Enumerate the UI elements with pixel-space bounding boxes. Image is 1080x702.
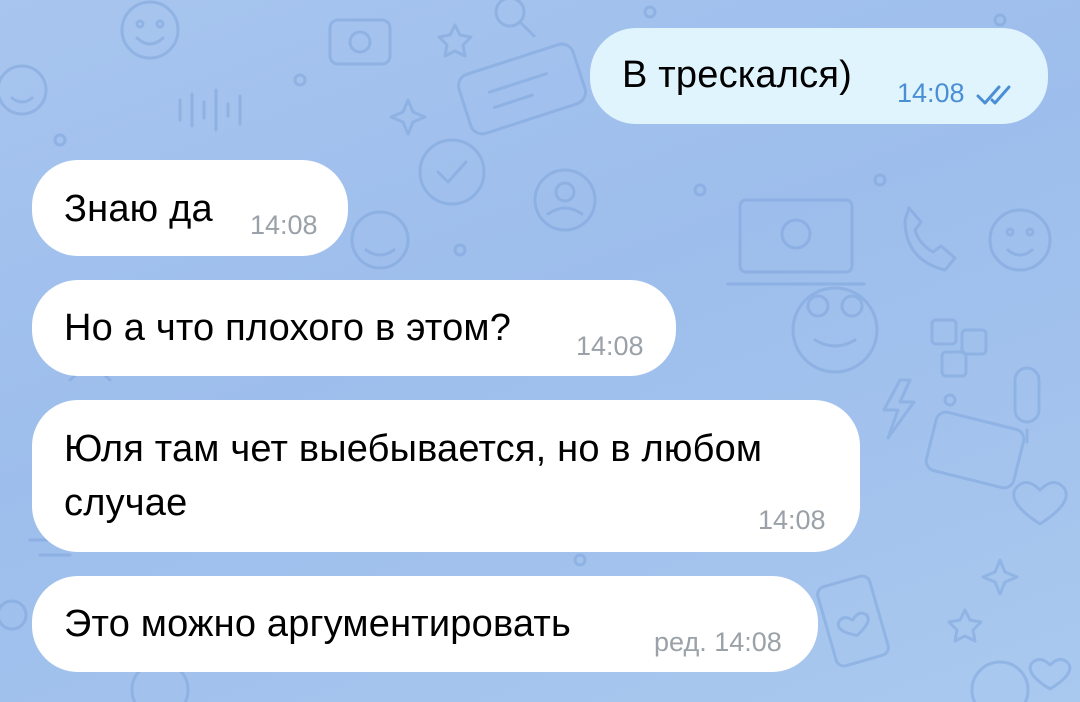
message-text: В трескался) — [622, 54, 852, 96]
message-text-line2: случае — [64, 482, 188, 524]
message-bubble-incoming[interactable]: Это можно аргументировать ред. 14:08 — [32, 576, 818, 672]
message-bubble-outgoing[interactable]: В трескался) 14:08 — [590, 28, 1048, 124]
message-text: Знаю да — [64, 188, 213, 230]
message-text-line1: Юля там чет выебывается, но в любом — [64, 428, 763, 470]
message-bubble-incoming[interactable]: Но а что плохого в этом? 14:08 — [32, 280, 676, 376]
message-time: 14:08 — [897, 78, 965, 108]
message-time: 14:08 — [576, 331, 644, 361]
chat-message-list[interactable]: В трескался) 14:08 Знаю да 14:08 Но а чт… — [0, 0, 1080, 702]
message-text: Это можно аргументировать — [64, 603, 572, 645]
double-check-icon — [976, 85, 1011, 105]
message-text: Но а что плохого в этом? — [64, 307, 512, 349]
message-bubble-incoming[interactable]: Знаю да 14:08 — [32, 160, 348, 256]
message-bubble-incoming[interactable]: Юля там чет выебывается, но в любом случ… — [32, 400, 860, 552]
message-time: 14:08 — [250, 210, 318, 240]
message-time: 14:08 — [758, 505, 826, 535]
message-edited-time: ред. 14:08 — [654, 627, 782, 657]
